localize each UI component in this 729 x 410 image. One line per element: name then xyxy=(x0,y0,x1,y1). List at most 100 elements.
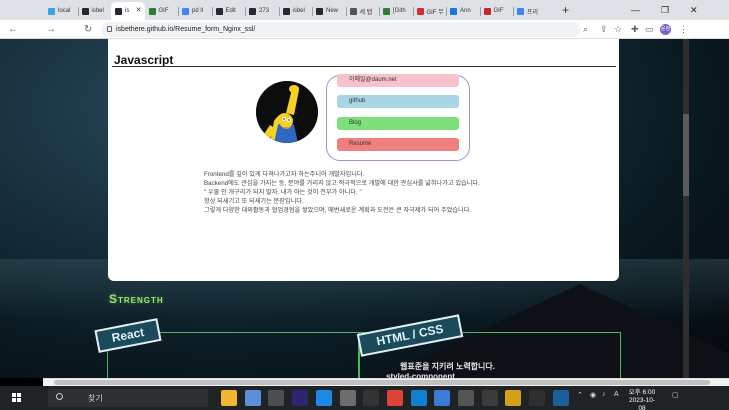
email-link[interactable]: 이메일@daum.net xyxy=(337,74,459,87)
taskbar-notepad-icon[interactable] xyxy=(244,390,261,406)
resume-link[interactable]: Resume xyxy=(337,138,459,151)
tab-favicon-icon xyxy=(282,7,290,15)
github-link[interactable]: github xyxy=(337,95,459,108)
browser-tab[interactable]: Ann xyxy=(446,2,480,20)
clock-date: 2023-10-08 xyxy=(628,397,656,410)
taskbar-media-icon[interactable] xyxy=(339,390,356,406)
volume-icon[interactable]: ♪ xyxy=(602,391,606,398)
browser-tab[interactable]: pd ll xyxy=(178,2,212,20)
address-bar[interactable]: isbethere.github.io/Resume_form_Nginx_ss… xyxy=(101,22,581,37)
zoom-icon[interactable]: ⌕ xyxy=(583,22,588,37)
tab-favicon-icon xyxy=(249,7,256,15)
browser-toolbar: ← → ↻ isbethere.github.io/Resume_form_Ng… xyxy=(0,20,729,39)
taskbar-terminal-icon[interactable] xyxy=(363,390,380,406)
windows-start-icon[interactable] xyxy=(12,393,21,402)
taskbar-file-explorer-icon[interactable] xyxy=(221,390,237,406)
page-viewport: Javascript 이메일@daum.net github Blog Resu xyxy=(0,39,729,378)
forward-button[interactable]: → xyxy=(46,21,56,38)
tab-favicon-icon xyxy=(182,7,189,15)
tab-label: GIF xyxy=(493,8,504,14)
tab-label: local xyxy=(58,8,71,14)
horizontal-scrollbar[interactable] xyxy=(43,378,729,386)
skill-description: 웹표준을 지키려 노력합니다. xyxy=(400,362,495,371)
taskbar-search[interactable]: 찾기 xyxy=(48,389,208,407)
tab-label: [Gith xyxy=(393,8,406,14)
tray-overflow-icon[interactable]: ⌃ xyxy=(577,391,583,399)
intro-line: 그렇게 다양한 대외활동과 협업경험을 쌓았으며, 매번새로운 계획과 도전은 … xyxy=(204,207,472,214)
tab-label: GIF xyxy=(158,8,169,14)
horizontal-scroll-thumb[interactable] xyxy=(54,380,710,385)
resume-card: Javascript 이메일@daum.net github Blog Resu xyxy=(108,39,619,281)
taskbar-edge-icon[interactable] xyxy=(410,390,427,406)
tab-favicon-icon xyxy=(517,7,524,15)
section-title: Javascript xyxy=(114,53,174,67)
extensions-icon[interactable]: ✚ xyxy=(631,22,639,37)
vertical-scroll-thumb[interactable] xyxy=(683,114,689,196)
tab-favicon-icon xyxy=(349,7,357,15)
strength-heading: Strength xyxy=(109,292,164,306)
tab-favicon-icon xyxy=(48,7,55,15)
browser-tab[interactable]: is ✕ xyxy=(111,2,145,20)
browser-tab[interactable]: [Gith xyxy=(379,2,413,20)
taskbar-premiere-icon[interactable] xyxy=(292,390,309,406)
lock-icon xyxy=(107,26,112,32)
clock-time: 오후 6:00 xyxy=(628,389,656,396)
browser-tab[interactable]: GIF 무 xyxy=(412,2,447,20)
browser-tab[interactable]: isbel xyxy=(77,2,112,20)
share-icon[interactable]: ⇪ xyxy=(600,22,608,37)
ime-icon[interactable]: A xyxy=(614,391,619,398)
taskbar-chrome-icon[interactable] xyxy=(386,390,403,406)
browser-tab-bar: local isbel is ✕ GIF pd ll Edit 273 isbel New 세 탭 [… xyxy=(0,0,729,20)
browser-tab[interactable]: Edit xyxy=(211,2,246,20)
tab-favicon-icon xyxy=(215,7,223,15)
browser-tab[interactable]: GIF xyxy=(479,2,514,20)
browser-tab[interactable]: 273 xyxy=(245,2,279,20)
tab-strip: local isbel is ✕ GIF pd ll Edit 273 isbel New 세 탭 [… xyxy=(44,2,547,20)
tab-favicon-icon xyxy=(115,7,122,15)
taskbar-photos-icon[interactable] xyxy=(315,390,332,406)
browser-tab[interactable]: isbel xyxy=(278,2,313,20)
tab-favicon-icon xyxy=(383,7,390,15)
taskbar-store-icon[interactable] xyxy=(434,390,451,406)
minimize-button[interactable]: — xyxy=(631,1,640,19)
browser-menu-icon[interactable]: ⋮ xyxy=(679,22,688,37)
browser-tab[interactable]: 프리 xyxy=(513,2,547,20)
taskbar-settings-icon[interactable] xyxy=(268,390,285,406)
browser-tab[interactable]: GIF xyxy=(145,2,179,20)
bookmark-star-icon[interactable]: ☆ xyxy=(614,22,622,37)
browser-tab[interactable]: 세 탭 xyxy=(345,2,380,20)
reload-button[interactable]: ↻ xyxy=(84,21,92,38)
taskbar-app-d-icon[interactable] xyxy=(529,390,546,406)
browser-tab[interactable]: local xyxy=(44,2,78,20)
profile-avatar[interactable]: 윤정 xyxy=(660,24,671,35)
profile-photo xyxy=(256,81,318,143)
intro-line: Backend에도 관심을 가지는 등, 분야를 가리지 않고 적극적으로 개발… xyxy=(204,180,480,187)
new-tab-button[interactable]: + xyxy=(562,2,569,18)
intro-line: Frontend를 깊이 있게 다져나가고자 하는주니어 개발자입니다. xyxy=(204,171,365,178)
tab-favicon-icon xyxy=(483,7,491,15)
network-icon[interactable]: ◉ xyxy=(590,391,596,399)
sidebar-icon[interactable]: ▭ xyxy=(645,22,654,37)
search-placeholder: 찾기 xyxy=(88,394,103,403)
taskbar-app-a-icon[interactable] xyxy=(458,390,474,406)
tab-label: GIF 무 xyxy=(426,9,444,16)
close-tab-icon[interactable]: ✕ xyxy=(136,6,142,14)
browser-tab[interactable]: New xyxy=(312,2,346,20)
clock[interactable]: 오후 6:00 2023-10-08 xyxy=(627,389,657,410)
tab-favicon-icon xyxy=(416,7,424,15)
intro-text: Frontend를 깊이 있게 다져나가고자 하는주니어 개발자입니다. Bac… xyxy=(204,170,624,215)
close-window-button[interactable]: ✕ xyxy=(690,1,698,19)
section-divider xyxy=(112,66,616,67)
back-button[interactable]: ← xyxy=(8,21,18,38)
taskbar-app-e-icon[interactable] xyxy=(552,390,569,406)
intro-line: 항상 되새기고 또 되새기는 문장입니다. xyxy=(204,198,304,205)
taskbar: 찾기 ⌃ ◉ ♪ A 오후 6:00 2023-10-08 ▢ xyxy=(0,386,729,410)
tab-label: Ann xyxy=(460,8,471,14)
vertical-scrollbar[interactable] xyxy=(683,39,689,378)
notification-icon[interactable]: ▢ xyxy=(672,391,679,399)
restore-button[interactable]: ❐ xyxy=(661,1,669,19)
blog-link[interactable]: Blog xyxy=(337,117,459,130)
taskbar-app-c-icon[interactable] xyxy=(505,390,522,406)
tab-label: 세 탭 xyxy=(359,9,373,16)
taskbar-app-b-icon[interactable] xyxy=(481,390,498,406)
